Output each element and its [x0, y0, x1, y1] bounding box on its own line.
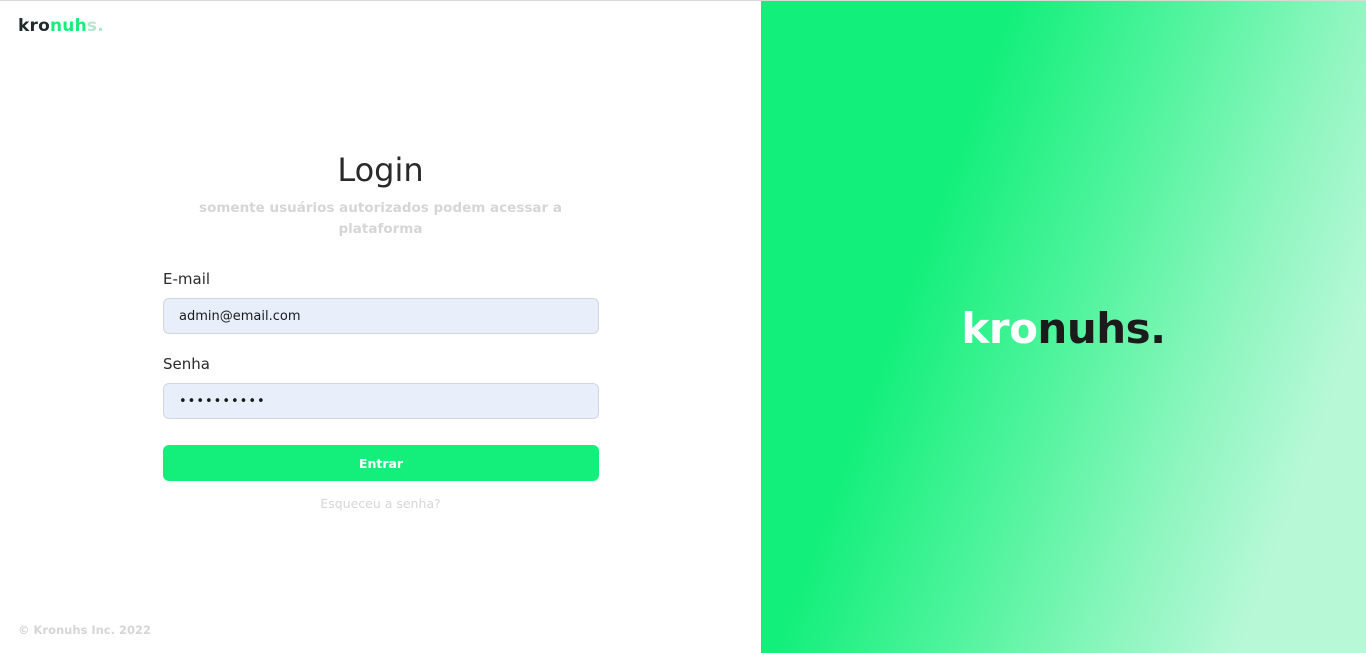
forgot-password-link[interactable]: Esqueceu a senha? [0, 496, 761, 511]
login-panel: kronuhs. Login somente usuários autoriza… [0, 1, 761, 653]
hero-logo-part1: kro [961, 304, 1038, 353]
logo-text-part3: s. [86, 16, 104, 36]
logo-text-part1: kro [18, 16, 50, 36]
brand-logo: kronuhs. [18, 16, 104, 36]
email-field[interactable] [163, 298, 599, 334]
hero-logo: kronuhs. [761, 304, 1366, 353]
login-button[interactable]: Entrar [163, 445, 599, 481]
page-title: Login [337, 151, 424, 189]
password-field[interactable] [163, 383, 599, 419]
brand-hero-panel: kronuhs. [761, 1, 1366, 653]
page-subtitle: somente usuários autorizados podem acess… [199, 200, 562, 237]
logo-text-part2: nuh [49, 16, 87, 36]
login-page: kronuhs. Login somente usuários autoriza… [0, 0, 1366, 653]
hero-logo-part2: nuhs. [1037, 304, 1166, 353]
copyright-text: © Kronuhs Inc. 2022 [18, 623, 152, 637]
password-label: Senha [163, 355, 210, 373]
email-label: E-mail [163, 270, 211, 288]
